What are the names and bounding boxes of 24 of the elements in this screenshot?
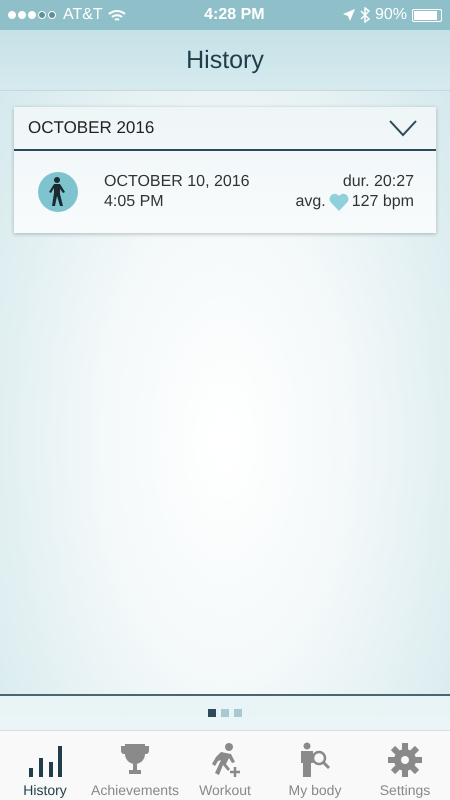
- tab-bar-item[interactable]: History: [0, 731, 90, 800]
- page-title: History: [185, 44, 265, 76]
- tab-bar-item[interactable]: My body: [270, 731, 360, 800]
- avg-label: avg.: [295, 193, 326, 211]
- tab-bar-item[interactable]: Workout: [180, 731, 270, 800]
- heart-icon: [328, 193, 349, 211]
- battery-icon: [412, 8, 442, 22]
- location-arrow-icon: [342, 9, 355, 21]
- duration: dur. 20:27: [342, 173, 414, 191]
- month-title: OCTOBER 2016: [28, 118, 154, 138]
- tab-bar-item[interactable]: Achievements: [90, 731, 180, 800]
- session-row[interactable]: OCTOBER 10, 2016 4:05 PM dur. 20:27 avg. 127 bpm: [14, 151, 436, 233]
- carrier: AT&T: [63, 6, 103, 24]
- session-time: 4:05 PM: [104, 193, 165, 211]
- wifi-icon: [108, 8, 126, 22]
- clock: 4:28 PM: [204, 6, 265, 24]
- session-date: OCTOBER 10, 2016: [104, 173, 250, 191]
- walking-person-icon: [38, 172, 78, 212]
- month-header[interactable]: OCTOBER 2016: [14, 107, 436, 151]
- bluetooth-icon: [360, 7, 370, 23]
- heart-rate: 127 bpm: [352, 193, 414, 211]
- battery-percent: 90%: [374, 6, 407, 24]
- settings-icon: [387, 742, 423, 778]
- tab-bar-item[interactable]: Settings: [360, 731, 450, 800]
